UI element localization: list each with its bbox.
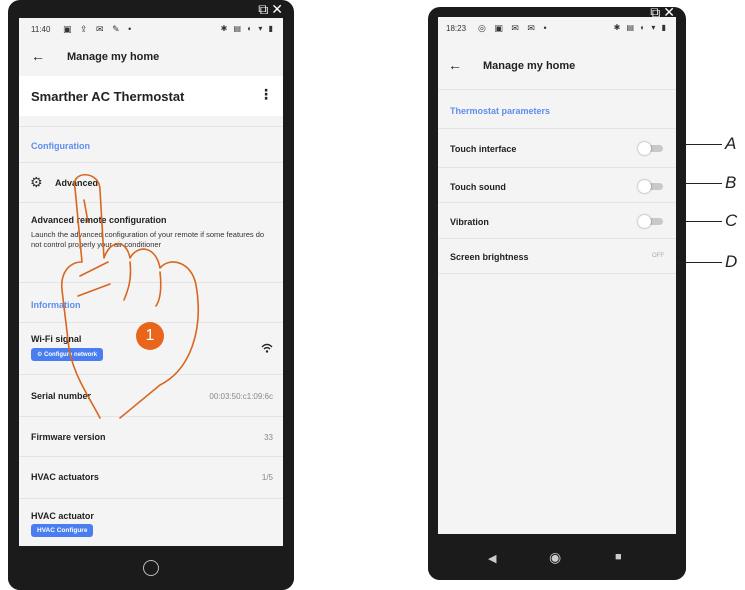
callout-d: D	[725, 252, 738, 271]
vibration-label: Vibration	[450, 217, 489, 227]
touch-interface-label: Touch interface	[450, 144, 517, 154]
back-triangle-icon[interactable]: ◀	[488, 552, 496, 565]
callout-a: A	[725, 134, 737, 153]
app-bar: ← Manage my home	[438, 51, 676, 81]
touch-interface-row: Touch interface	[438, 128, 676, 168]
home-icon[interactable]: ◉	[549, 549, 561, 566]
screen-brightness-value: OFF	[652, 253, 664, 259]
touch-sound-label: Touch sound	[450, 182, 506, 192]
screen-brightness-row[interactable]: Screen brightness OFF	[438, 238, 676, 274]
callout-line-b	[686, 183, 722, 184]
right-phone: ⧉✕ 18:23 ◎ ▣ ✉ ✉ • ✱ ▤ ◐ ▾ ▮ ← Manage my…	[428, 7, 686, 580]
hand-pointer-illustration	[60, 174, 199, 419]
page-title: Manage my home	[483, 60, 576, 72]
touch-sound-row: Touch sound	[438, 167, 676, 203]
status-bar: 18:23 ◎ ▣ ✉ ✉ • ✱ ▤ ◐ ▾ ▮	[438, 17, 676, 37]
notification-icons: ◎ ▣ ✉ ✉ •	[478, 23, 550, 33]
touch-interface-toggle[interactable]	[638, 142, 664, 155]
callout-b: B	[725, 173, 737, 192]
system-status-icons: ✱ ▤ ◐ ▾ ▮	[613, 23, 668, 32]
status-time: 18:23	[446, 24, 467, 33]
back-arrow-icon[interactable]: ←	[448, 57, 462, 73]
thermostat-parameters-title: Thermostat parameters	[450, 106, 551, 116]
callout-line-d	[676, 262, 722, 263]
callout-line-a	[686, 144, 722, 145]
navigation-bar: ◀ ◉ ■	[428, 540, 686, 580]
touch-sound-toggle[interactable]	[638, 180, 664, 193]
step-badge: 1	[136, 322, 164, 350]
vibration-toggle[interactable]	[638, 215, 664, 228]
vibration-row: Vibration	[438, 202, 676, 239]
right-screen: 18:23 ◎ ▣ ✉ ✉ • ✱ ▤ ◐ ▾ ▮ ← Manage my ho…	[438, 17, 676, 534]
callout-line-c	[686, 221, 722, 222]
recents-square-icon[interactable]: ■	[615, 551, 622, 563]
thermostat-parameters-section: Thermostat parameters	[438, 89, 676, 122]
screen-brightness-label: Screen brightness	[450, 252, 529, 262]
callout-c: C	[725, 211, 738, 230]
